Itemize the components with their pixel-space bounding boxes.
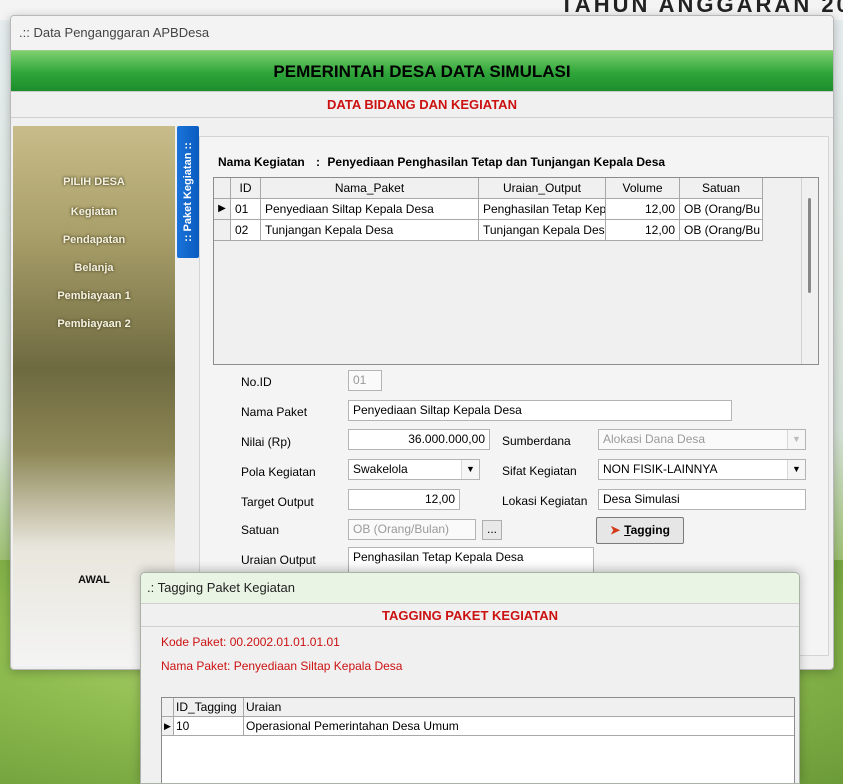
row-indicator-header — [214, 178, 231, 199]
sifat-kegiatan-dropdown[interactable]: NON FISIK-LAINNYA ▼ — [598, 459, 806, 480]
satuan-field[interactable]: OB (Orang/Bulan) — [348, 519, 476, 540]
lokasi-kegiatan-field[interactable]: Desa Simulasi — [598, 489, 806, 510]
sidebar-item-belanja[interactable]: Belanja — [13, 262, 175, 274]
table-cell[interactable]: Tunjangan Kepala Desa — [261, 220, 479, 241]
kegiatan-label: Nama Kegiatan — [218, 155, 305, 169]
kegiatan-value: Penyediaan Penghasilan Tetap dan Tunjang… — [327, 155, 666, 169]
nilai-field[interactable]: 36.000.000,00 — [348, 429, 490, 450]
row-pointer-icon: ▶ — [214, 199, 231, 220]
kegiatan-separator: : — [316, 155, 321, 169]
row-indicator — [214, 220, 231, 241]
page-header: PEMERINTAH DESA DATA SIMULASI — [11, 50, 833, 92]
column-header-volume[interactable]: Volume — [606, 178, 680, 199]
column-header-uraian[interactable]: Uraian — [244, 698, 794, 717]
table-cell[interactable]: 02 — [231, 220, 261, 241]
table-cell[interactable]: OB (Orang/Bu — [680, 199, 763, 220]
nama-paket-label: Nama Paket — [241, 405, 308, 419]
uraian-output-label: Uraian Output — [241, 553, 316, 567]
nilai-label: Nilai (Rp) — [241, 435, 292, 449]
tagging-button-label: agging — [630, 523, 670, 537]
dialog-header: TAGGING PAKET KEGIATAN — [141, 603, 799, 627]
column-header-id[interactable]: ID — [231, 178, 261, 199]
no-id-field[interactable]: 01 — [348, 370, 382, 391]
lokasi-kegiatan-label: Lokasi Kegiatan — [502, 494, 588, 508]
table-cell[interactable]: 10 — [174, 717, 244, 736]
tab-paket-kegiatan-label: :: Paket Kegiatan :: — [182, 142, 194, 242]
dialog-title: .: Tagging Paket Kegiatan — [141, 573, 799, 603]
table-cell[interactable]: Operasional Pemerintahan Desa Umum — [244, 717, 794, 736]
table-cell[interactable]: 01 — [231, 199, 261, 220]
table-header: ID Nama_Paket Uraian_Output Volume Satua… — [214, 178, 818, 199]
table-row[interactable]: ▶ 01 Penyediaan Siltap Kepala Desa Pengh… — [214, 199, 818, 220]
table-cell[interactable]: Penghasilan Tetap Kep — [479, 199, 606, 220]
target-output-label: Target Output — [241, 495, 314, 509]
pola-kegiatan-label: Pola Kegiatan — [241, 465, 316, 479]
column-header-id-tagging[interactable]: ID_Tagging — [174, 698, 244, 717]
sifat-kegiatan-value: NON FISIK-LAINNYA — [603, 462, 718, 476]
window-title: .:: Data Penganggaran APBDesa — [11, 16, 833, 50]
table-cell[interactable]: 12,00 — [606, 199, 680, 220]
column-header-uraian-output[interactable]: Uraian_Output — [479, 178, 606, 199]
sidebar-item-kegiatan[interactable]: Kegiatan — [13, 206, 175, 218]
column-header-nama-paket[interactable]: Nama_Paket — [261, 178, 479, 199]
satuan-lookup-button[interactable]: ... — [482, 520, 502, 540]
pola-kegiatan-value: Swakelola — [353, 462, 408, 476]
table-cell[interactable]: OB (Orang/Bu — [680, 220, 763, 241]
target-output-field[interactable]: 12,00 — [348, 489, 460, 510]
pola-kegiatan-dropdown[interactable]: Swakelola ▼ — [348, 459, 480, 480]
column-header-satuan[interactable]: Satuan — [680, 178, 763, 199]
table-cell[interactable]: Penyediaan Siltap Kepala Desa — [261, 199, 479, 220]
chevron-down-icon[interactable]: ▼ — [787, 430, 805, 449]
kegiatan-title: Nama Kegiatan : Penyediaan Penghasilan T… — [218, 155, 665, 169]
nama-paket-field[interactable]: Penyediaan Siltap Kepala Desa — [348, 400, 732, 421]
tagging-icon: ➤ — [610, 523, 621, 537]
table-scrollbar[interactable] — [801, 178, 818, 364]
sumberdana-dropdown[interactable]: Alokasi Dana Desa ▼ — [598, 429, 806, 450]
tagging-dialog: .: Tagging Paket Kegiatan TAGGING PAKET … — [140, 572, 800, 784]
no-id-label: No.ID — [241, 375, 272, 389]
sifat-kegiatan-label: Sifat Kegiatan — [502, 464, 577, 478]
page-subheader: DATA BIDANG DAN KEGIATAN — [11, 92, 833, 118]
table-row[interactable]: ▶ 10 Operasional Pemerintahan Desa Umum — [162, 717, 794, 736]
sidebar-item-pendapatan[interactable]: Pendapatan — [13, 234, 175, 246]
satuan-label: Satuan — [241, 523, 280, 537]
sidebar-item-pembiayaan-2[interactable]: Pembiayaan 2 — [13, 318, 175, 330]
sidebar-item-pembiayaan-1[interactable]: Pembiayaan 1 — [13, 290, 175, 302]
kode-paket-text: Kode Paket: 00.2002.01.01.01.01 — [161, 635, 340, 649]
table-header: ID_Tagging Uraian — [162, 698, 794, 717]
sidebar-item-pilih-desa[interactable]: PILIH DESA — [13, 176, 175, 188]
tagging-button[interactable]: ➤ Tagging — [596, 517, 684, 544]
row-indicator-header — [162, 698, 174, 717]
sumberdana-value: Alokasi Dana Desa — [603, 432, 706, 446]
scrollbar-thumb[interactable] — [808, 198, 811, 293]
table-cell[interactable]: 12,00 — [606, 220, 680, 241]
sumberdana-label: Sumberdana — [502, 434, 571, 448]
nama-paket-text: Nama Paket: Penyediaan Siltap Kepala Des… — [161, 659, 403, 673]
table-cell[interactable]: Tunjangan Kepala Des — [479, 220, 606, 241]
row-pointer-icon: ▶ — [162, 717, 174, 736]
tagging-table[interactable]: ID_Tagging Uraian ▶ 10 Operasional Pemer… — [161, 697, 795, 783]
tab-paket-kegiatan[interactable]: :: Paket Kegiatan :: — [177, 126, 199, 258]
chevron-down-icon[interactable]: ▼ — [461, 460, 479, 479]
table-row[interactable]: 02 Tunjangan Kepala Desa Tunjangan Kepal… — [214, 220, 818, 241]
chevron-down-icon[interactable]: ▼ — [787, 460, 805, 479]
paket-table[interactable]: ID Nama_Paket Uraian_Output Volume Satua… — [213, 177, 819, 365]
